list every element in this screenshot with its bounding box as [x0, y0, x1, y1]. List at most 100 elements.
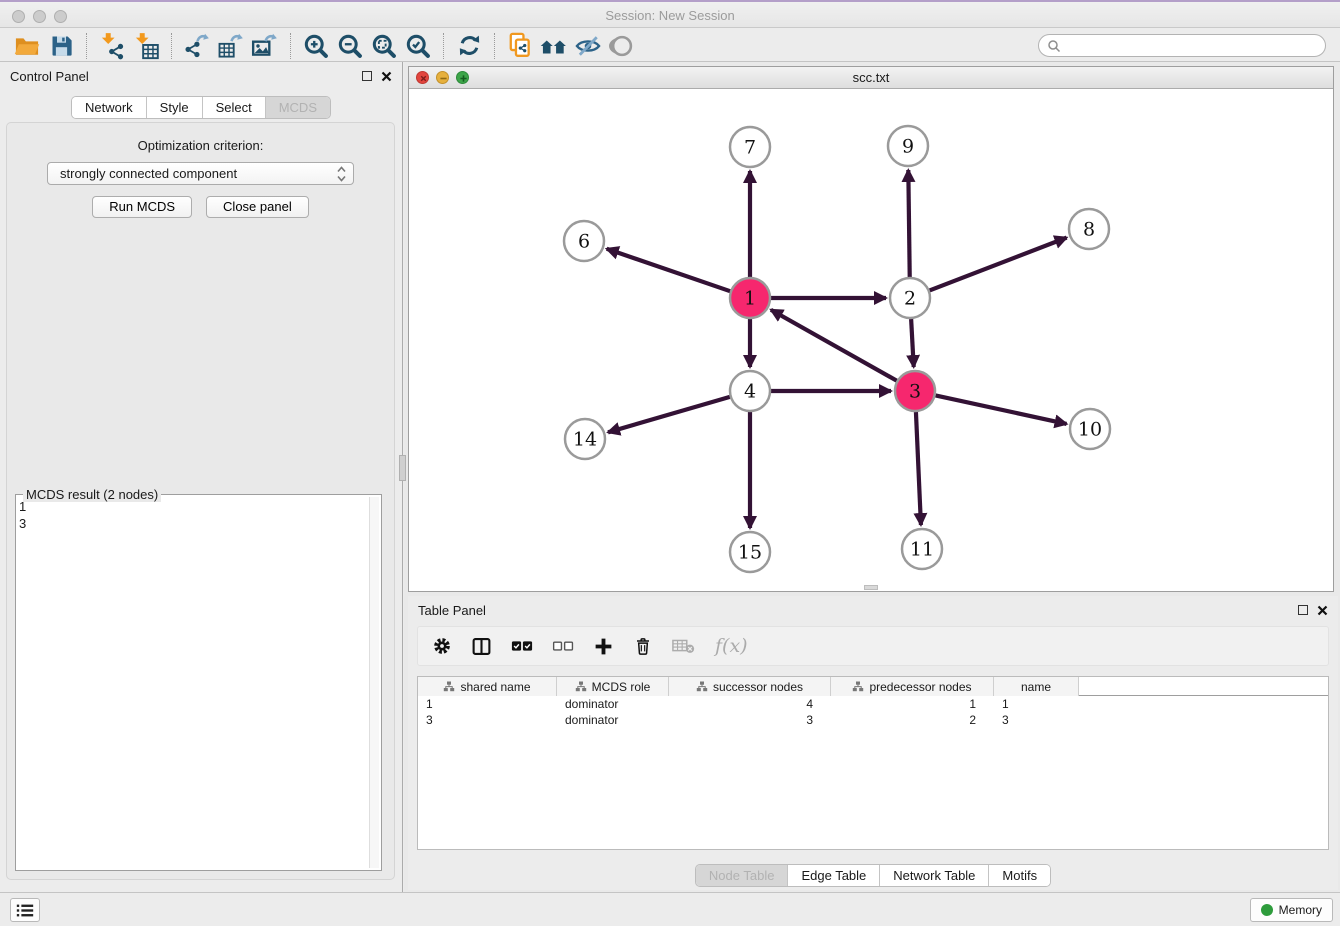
criterion-select[interactable]: strongly connected component [47, 162, 354, 185]
float-panel-icon[interactable] [1298, 605, 1308, 615]
export-table-icon [217, 32, 245, 60]
export-table-button[interactable] [214, 31, 248, 61]
search-field[interactable] [1038, 34, 1326, 57]
graph-node-7[interactable]: 7 [730, 127, 770, 167]
result-scrollbar[interactable] [369, 497, 379, 868]
table-row[interactable]: 3dominator323 [418, 712, 1328, 728]
tab-mcds[interactable]: MCDS [266, 97, 330, 118]
table-options-button[interactable] [432, 634, 452, 658]
tab-motifs[interactable]: Motifs [989, 865, 1050, 886]
graph-node-2[interactable]: 2 [890, 278, 930, 318]
graph-node-9[interactable]: 9 [888, 126, 928, 166]
table-cell[interactable]: 3 [418, 712, 557, 728]
graph-edge-2-8[interactable] [930, 238, 1067, 291]
table-cell[interactable]: 2 [831, 712, 994, 728]
task-list-icon [15, 902, 35, 919]
graph-edge-4-14[interactable] [608, 397, 730, 432]
tab-network-table[interactable]: Network Table [880, 865, 989, 886]
column-header-predecessor-nodes[interactable]: predecessor nodes [831, 677, 994, 696]
table-cell[interactable]: dominator [557, 712, 669, 728]
table-cell[interactable]: 1 [994, 696, 1079, 712]
close-panel-button[interactable]: Close panel [206, 196, 309, 218]
tab-node-table[interactable]: Node Table [696, 865, 789, 886]
plus-icon [593, 636, 614, 657]
export-image-button[interactable] [248, 31, 282, 61]
hide-graphics-details-button[interactable] [571, 31, 605, 61]
graph-edge-3-1[interactable] [771, 310, 897, 381]
table-panel-title: Table Panel [418, 603, 1298, 618]
graph-node-10[interactable]: 10 [1070, 409, 1110, 449]
table-cell[interactable]: 1 [418, 696, 557, 712]
select-all-columns-button[interactable] [511, 634, 533, 658]
graph-node-15[interactable]: 15 [730, 532, 770, 572]
graph-node-4[interactable]: 4 [730, 371, 770, 411]
node-table[interactable]: shared nameMCDS rolesuccessor nodesprede… [417, 676, 1329, 850]
zoom-out-button[interactable] [333, 31, 367, 61]
tab-network[interactable]: Network [72, 97, 147, 118]
import-table-button[interactable] [129, 31, 163, 61]
table-row[interactable]: 1dominator411 [418, 696, 1328, 712]
network-close-button[interactable] [416, 71, 429, 84]
horizontal-splitter-handle[interactable] [864, 585, 878, 590]
graph-edge-2-9[interactable] [908, 170, 909, 277]
zoom-selected-button[interactable] [401, 31, 435, 61]
table-cell[interactable]: 3 [669, 712, 831, 728]
graph-edge-3-11[interactable] [916, 412, 921, 525]
split-panel-button[interactable] [471, 634, 492, 658]
tab-select[interactable]: Select [203, 97, 266, 118]
unselect-all-columns-button[interactable] [552, 634, 574, 658]
gear-icon [432, 636, 452, 656]
export-network-button[interactable] [180, 31, 214, 61]
graph-edge-2-3[interactable] [911, 319, 914, 367]
memory-status-dot [1261, 904, 1273, 916]
column-type-icon [443, 681, 455, 692]
table-cell[interactable]: 1 [831, 696, 994, 712]
table-cell[interactable]: 4 [669, 696, 831, 712]
mcds-result-text[interactable]: 1 3 [19, 498, 367, 867]
task-history-button[interactable] [10, 898, 40, 922]
graph-node-6[interactable]: 6 [564, 221, 604, 261]
graph-node-3[interactable]: 3 [895, 371, 935, 411]
network-zoom-button[interactable] [456, 71, 469, 84]
refresh-layout-button[interactable] [452, 31, 486, 61]
criterion-value: strongly connected component [60, 166, 237, 181]
float-panel-icon[interactable] [362, 71, 372, 81]
zoom-in-button[interactable] [299, 31, 333, 61]
run-mcds-button[interactable]: Run MCDS [92, 196, 192, 218]
delete-table-button-disabled [672, 634, 696, 658]
graph-node-8[interactable]: 8 [1069, 209, 1109, 249]
graph-node-14[interactable]: 14 [565, 419, 605, 459]
table-cell[interactable]: 3 [994, 712, 1079, 728]
function-builder-button-disabled: f(x) [715, 634, 748, 658]
create-column-button[interactable] [593, 634, 614, 658]
column-header-MCDS-role[interactable]: MCDS role [557, 677, 669, 696]
vertical-splitter-handle[interactable] [399, 455, 406, 481]
graph-edge-3-10[interactable] [936, 395, 1067, 423]
network-window-title: scc.txt [853, 70, 890, 85]
save-session-button[interactable] [44, 31, 78, 61]
network-canvas[interactable]: 7 9 6 8 1 2 4 3 14 10 15 11 [409, 90, 1333, 591]
network-minimize-button[interactable] [436, 71, 449, 84]
close-panel-icon[interactable] [1317, 605, 1328, 616]
copy-network-view-button[interactable] [503, 31, 537, 61]
import-network-button[interactable] [95, 31, 129, 61]
column-header-shared-name[interactable]: shared name [418, 677, 557, 696]
zoom-fit-button[interactable] [367, 31, 401, 61]
table-cell[interactable]: dominator [557, 696, 669, 712]
graph-edge-1-6[interactable] [607, 249, 730, 291]
search-input[interactable] [1061, 39, 1317, 53]
column-header-name[interactable]: name [994, 677, 1079, 696]
show-graphics-details-button[interactable] [605, 31, 639, 61]
column-type-icon [696, 681, 708, 692]
open-file-button[interactable] [10, 31, 44, 61]
graph-node-11[interactable]: 11 [902, 529, 942, 569]
tab-edge-table[interactable]: Edge Table [788, 865, 880, 886]
memory-button[interactable]: Memory [1250, 898, 1333, 922]
graph-node-1[interactable]: 1 [730, 278, 770, 318]
first-neighbors-button[interactable] [537, 31, 571, 61]
close-panel-icon[interactable] [381, 71, 392, 82]
column-header-successor-nodes[interactable]: successor nodes [669, 677, 831, 696]
delete-column-button[interactable] [633, 634, 653, 658]
tab-style[interactable]: Style [147, 97, 203, 118]
export-image-icon [251, 32, 279, 60]
